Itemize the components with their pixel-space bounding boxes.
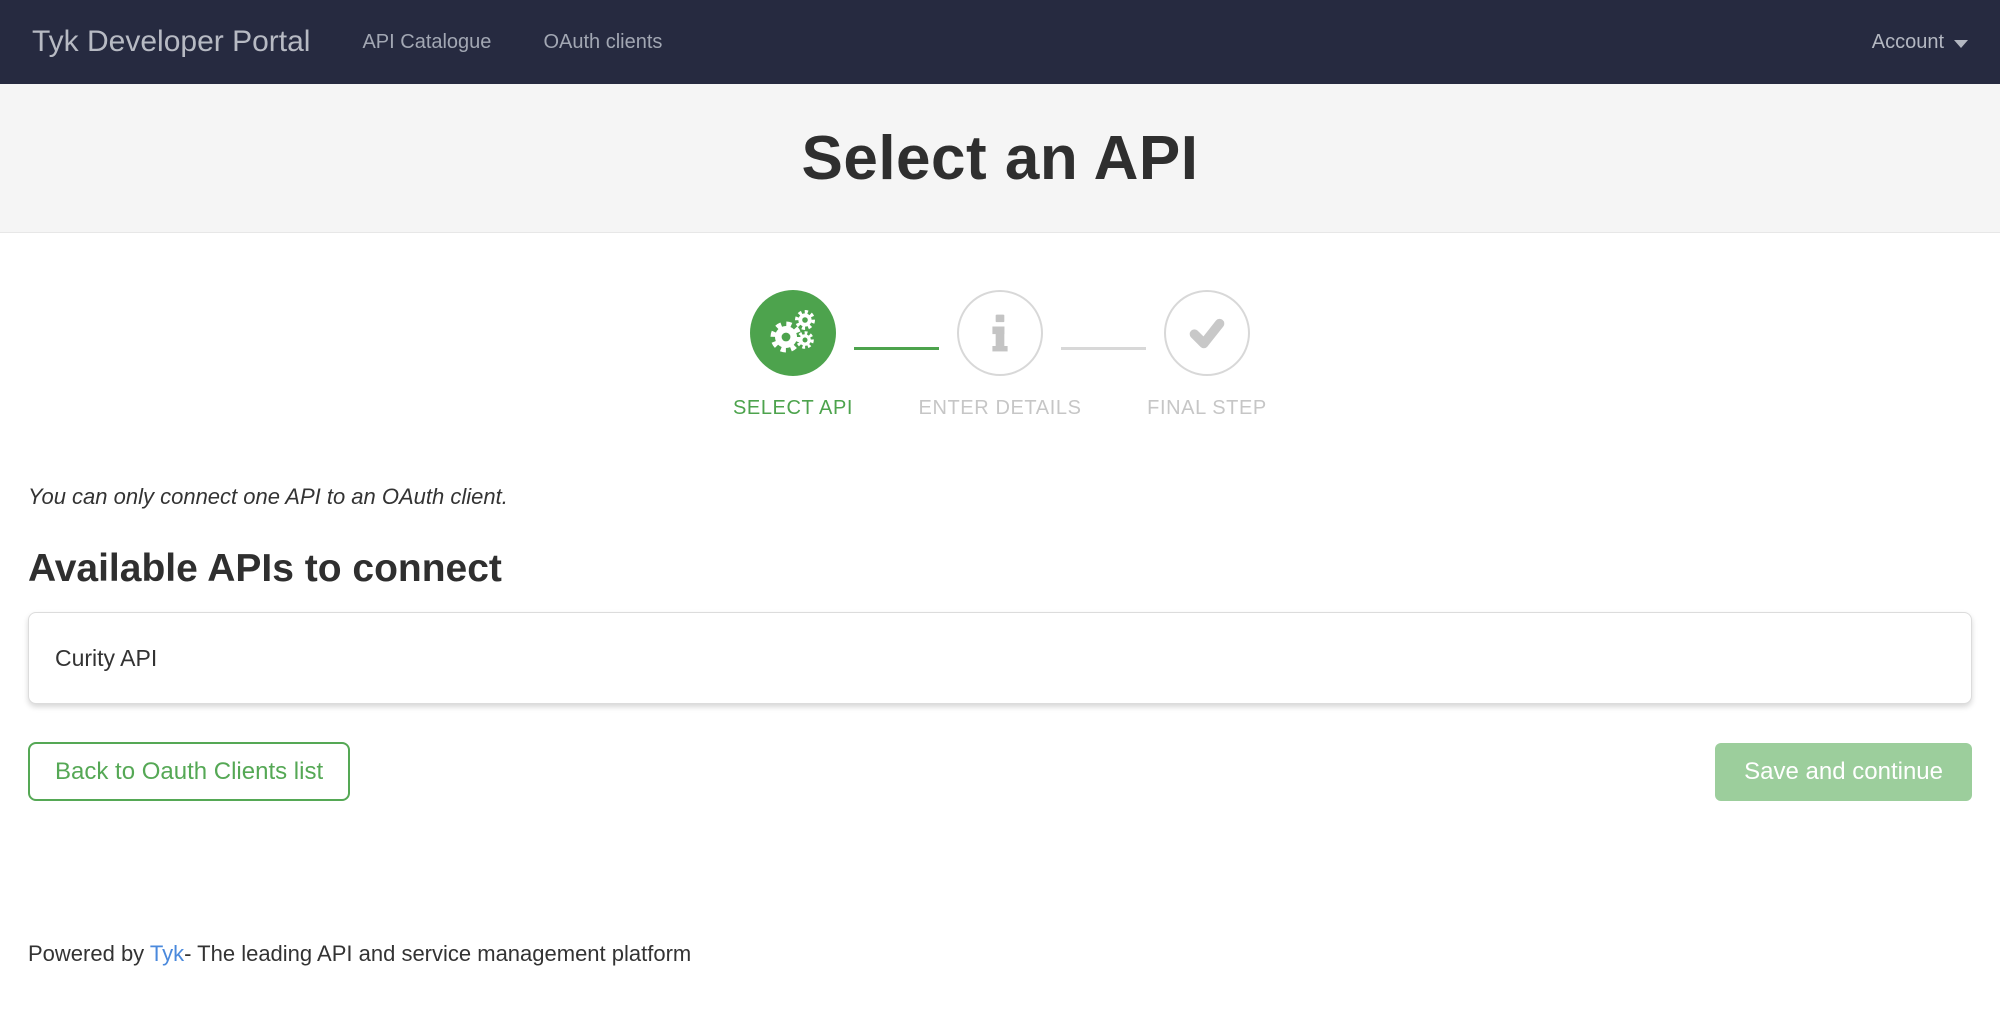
wizard-stepper: SELECT API ENTER DETAILS FINAL STEP: [0, 290, 2000, 420]
page-title: Select an API: [801, 123, 1198, 194]
main-content: You can only connect one API to an OAuth…: [0, 484, 2000, 801]
info-icon: [987, 313, 1013, 353]
caret-down-icon: [1954, 40, 1968, 48]
nav-item-oauth-clients[interactable]: OAuth clients: [543, 31, 662, 54]
navbar: Tyk Developer Portal API Catalogue OAuth…: [0, 0, 2000, 84]
step-select-api-label: SELECT API: [733, 397, 853, 420]
connect-note: You can only connect one API to an OAuth…: [28, 484, 1972, 510]
step-final-step-label: FINAL STEP: [1147, 397, 1267, 420]
nav-item-api-catalogue[interactable]: API Catalogue: [362, 31, 491, 54]
tyk-link[interactable]: Tyk: [150, 941, 184, 966]
actions-row: Back to Oauth Clients list Save and cont…: [28, 742, 1972, 801]
step-final-step-circle: [1164, 290, 1250, 376]
cogs-icon: [767, 307, 819, 359]
account-label: Account: [1872, 31, 1944, 54]
step-enter-details-circle: [957, 290, 1043, 376]
brand-title[interactable]: Tyk Developer Portal: [32, 25, 310, 59]
back-to-oauth-clients-button[interactable]: Back to Oauth Clients list: [28, 742, 350, 801]
footer: Powered by Tyk- The leading API and serv…: [0, 941, 2000, 967]
footer-suffix: - The leading API and service management…: [184, 941, 691, 966]
account-menu[interactable]: Account: [1872, 31, 1968, 54]
save-and-continue-button[interactable]: Save and continue: [1715, 743, 1972, 801]
step-final-step: FINAL STEP: [1164, 290, 1250, 420]
stepper-connector-done: [854, 347, 939, 350]
api-list-item-curity[interactable]: Curity API: [28, 612, 1972, 704]
stepper-connector-todo: [1061, 347, 1146, 350]
section-title: Available APIs to connect: [28, 547, 1972, 591]
step-enter-details-label: ENTER DETAILS: [919, 397, 1082, 420]
step-select-api-circle: [750, 290, 836, 376]
api-name: Curity API: [55, 645, 157, 672]
step-select-api: SELECT API: [750, 290, 836, 420]
page-header: Select an API: [0, 84, 2000, 233]
step-enter-details: ENTER DETAILS: [957, 290, 1043, 420]
nav-links: API Catalogue OAuth clients: [310, 31, 662, 54]
footer-prefix: Powered by: [28, 941, 150, 966]
check-icon: [1186, 312, 1228, 354]
